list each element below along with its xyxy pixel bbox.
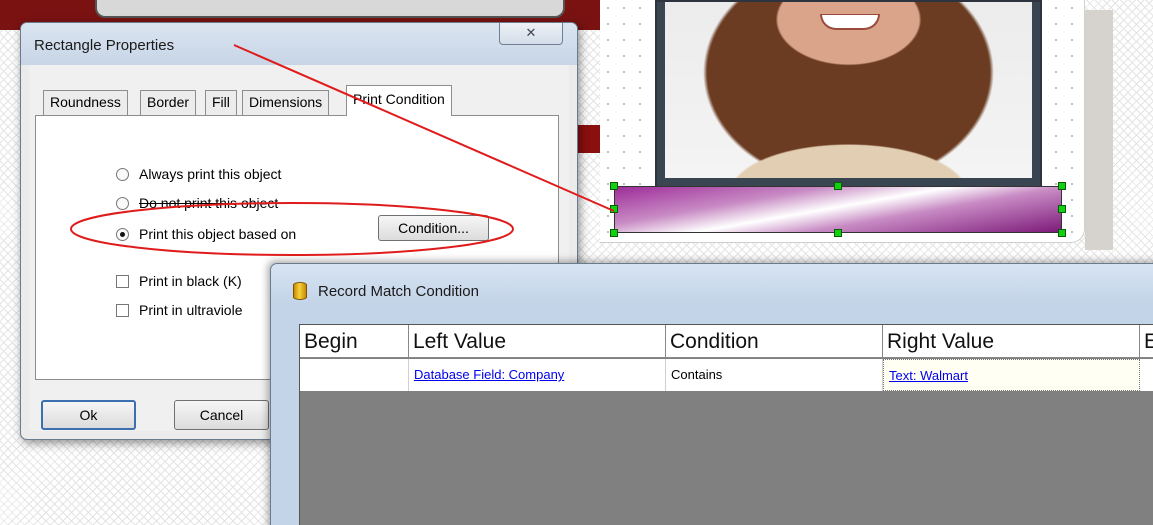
smile-shape <box>820 14 880 30</box>
do-not-print-radio[interactable] <box>116 196 129 210</box>
always-print-label: Always print this object <box>139 166 282 182</box>
grid-header: Begin Left Value Condition Right Value E <box>300 325 1153 358</box>
resize-handle-bottom-middle[interactable] <box>834 229 842 237</box>
column-header-begin[interactable]: Begin <box>300 325 409 358</box>
close-icon: ✕ <box>525 25 537 40</box>
left-value-link[interactable]: Database Field: Company <box>414 367 564 382</box>
dialog-title: Record Match Condition <box>318 283 479 300</box>
cell-right-value[interactable]: Text: Walmart <box>883 359 1140 391</box>
resize-handle-bottom-right[interactable] <box>1058 229 1066 237</box>
tab-border[interactable]: Border <box>140 90 197 115</box>
print-black-checkbox[interactable] <box>116 274 129 288</box>
do-not-print-option[interactable]: Do not print this object <box>116 195 278 211</box>
resize-handle-middle-right[interactable] <box>1058 205 1066 213</box>
print-based-on-label: Print this object based on <box>139 226 297 242</box>
print-based-on-option[interactable]: Print this object based on <box>116 226 296 242</box>
tab-roundness[interactable]: Roundness <box>43 90 128 115</box>
tab-dimensions[interactable]: Dimensions <box>242 90 330 115</box>
dialog-title: Rectangle Properties <box>34 37 175 54</box>
selected-rectangle-object[interactable] <box>614 186 1062 233</box>
portrait-image <box>665 2 1032 178</box>
condition-button[interactable]: Condition... <box>378 215 489 241</box>
table-row[interactable]: Database Field: Company Contains Text: W… <box>300 359 1153 391</box>
print-ultraviolet-checkbox[interactable] <box>116 303 129 317</box>
do-not-print-label: Do not print this object <box>139 195 279 211</box>
photo-object[interactable] <box>655 0 1042 188</box>
column-header-left-value[interactable]: Left Value <box>409 325 666 358</box>
tab-print-condition[interactable]: Print Condition <box>346 85 452 116</box>
column-header-condition[interactable]: Condition <box>666 325 883 358</box>
column-header-right-value[interactable]: Right Value <box>883 325 1140 358</box>
print-ultraviolet-label: Print in ultraviole <box>139 302 243 318</box>
print-black-option[interactable]: Print in black (K) <box>116 273 242 289</box>
resize-handle-bottom-left[interactable] <box>610 229 618 237</box>
cell-begin[interactable] <box>300 359 409 391</box>
database-icon <box>293 282 307 300</box>
resize-handle-top-middle[interactable] <box>834 182 842 190</box>
print-black-label: Print in black (K) <box>139 273 242 289</box>
tab-fill[interactable]: Fill <box>205 90 237 115</box>
column-header-end[interactable]: E <box>1140 325 1153 358</box>
canvas-header-inner <box>95 0 565 18</box>
canvas-gray-strip <box>1085 10 1113 250</box>
dialog-titlebar[interactable]: Rectangle Properties ✕ <box>21 23 577 65</box>
ok-button[interactable]: Ok <box>41 400 136 430</box>
resize-handle-middle-left[interactable] <box>610 205 618 213</box>
record-match-condition-dialog: Record Match Condition Begin Left Value … <box>270 263 1153 525</box>
condition-grid: Begin Left Value Condition Right Value E… <box>299 324 1153 525</box>
cell-left-value[interactable]: Database Field: Company <box>409 359 666 391</box>
resize-handle-top-left[interactable] <box>610 182 618 190</box>
right-value-link[interactable]: Text: Walmart <box>889 368 968 383</box>
always-print-radio[interactable] <box>116 167 129 181</box>
cell-condition[interactable]: Contains <box>666 359 883 391</box>
print-ultraviolet-option[interactable]: Print in ultraviole <box>116 302 243 318</box>
always-print-option[interactable]: Always print this object <box>116 166 281 182</box>
print-based-on-radio[interactable] <box>116 227 129 241</box>
resize-handle-top-right[interactable] <box>1058 182 1066 190</box>
close-button[interactable]: ✕ <box>499 23 563 45</box>
cancel-button[interactable]: Cancel <box>174 400 269 430</box>
